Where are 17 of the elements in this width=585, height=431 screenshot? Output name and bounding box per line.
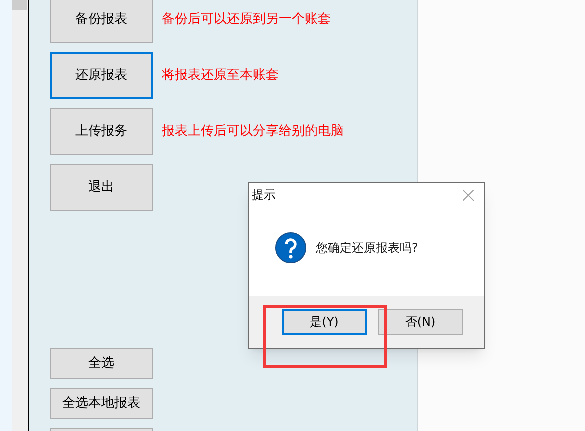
action-button[interactable]: 备份报表 (50, 0, 153, 43)
dialog-button[interactable]: 是(Y) (282, 309, 367, 335)
scrollbar-thumb[interactable] (12, 0, 27, 10)
description-text: 备份后可以还原到另一个账套 (162, 10, 331, 29)
question-icon (275, 232, 307, 264)
description-text: 将报表还原至本账套 (162, 66, 279, 85)
action-button[interactable]: 还原报表 (50, 52, 153, 99)
dialog-button[interactable]: 否(N) (378, 309, 463, 335)
dialog-message: 您确定还原报表吗? (316, 240, 418, 257)
select-button[interactable]: 全选本地报表 (50, 388, 153, 419)
action-button[interactable]: 退出 (50, 164, 153, 211)
action-button[interactable]: 上传报务 (50, 108, 153, 155)
description-text: 报表上传后可以分享给别的电脑 (162, 122, 344, 141)
partial-button[interactable] (50, 428, 153, 431)
dialog-title: 提示 (252, 187, 276, 204)
close-icon[interactable] (463, 190, 474, 200)
select-button[interactable]: 全选 (50, 348, 153, 379)
